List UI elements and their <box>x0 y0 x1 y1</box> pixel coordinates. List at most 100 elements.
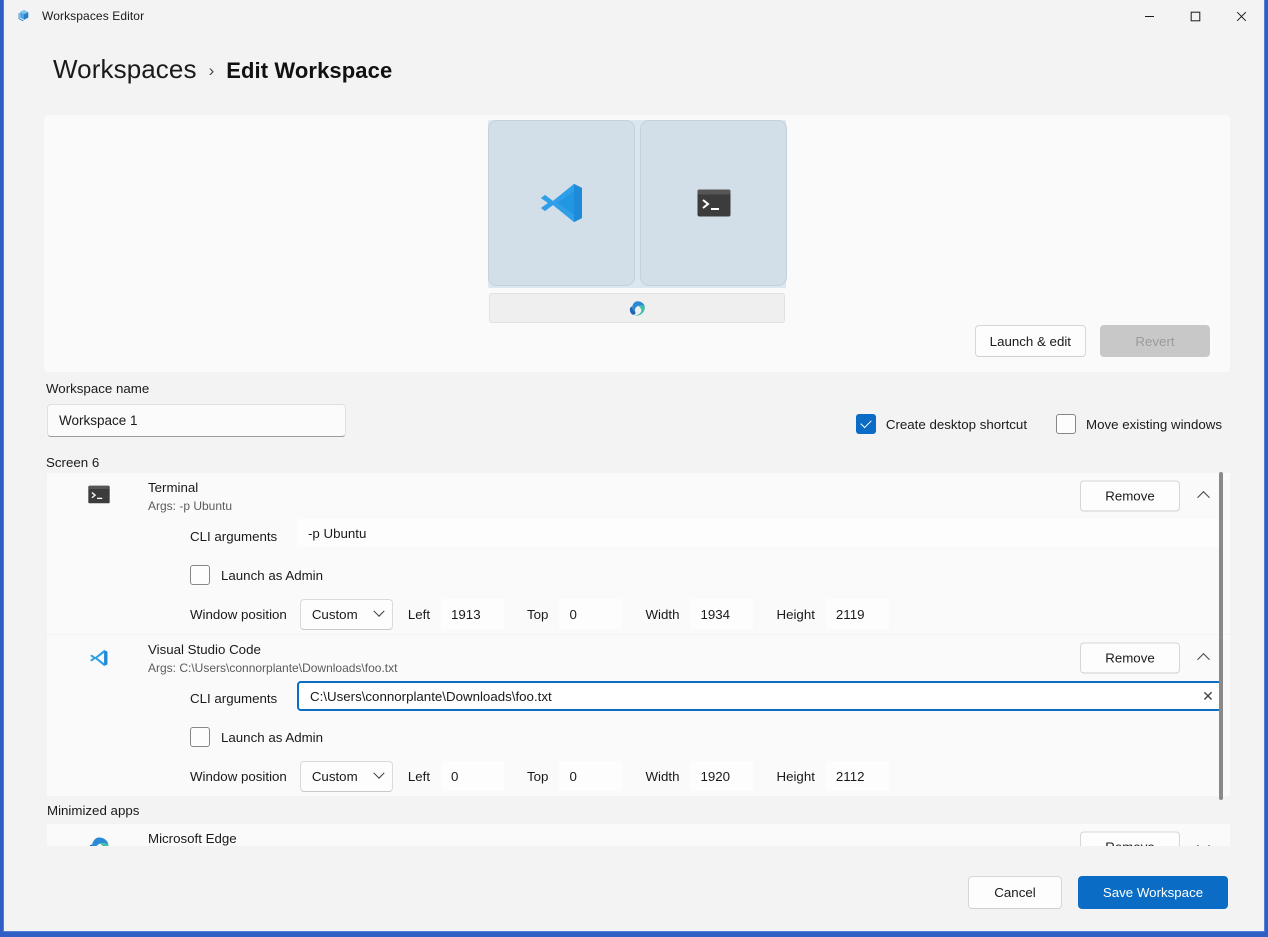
workspace-options: Create desktop shortcut Move existing wi… <box>856 414 1222 434</box>
workspaces-icon <box>16 8 33 25</box>
height-label: Height <box>776 607 814 622</box>
app-args-summary: Args: C:\Users\connorplante\Downloads\fo… <box>148 660 397 676</box>
vscode-icon <box>536 177 588 229</box>
checkbox-unchecked-icon <box>190 565 210 585</box>
workspace-name-label: Workspace name <box>46 381 149 396</box>
clear-icon[interactable]: ✕ <box>1200 689 1216 705</box>
app-list-scrollbar[interactable] <box>1219 468 1223 846</box>
app-row-actions: Remove <box>1080 832 1218 847</box>
app-row-titles: Terminal Args: -p Ubuntu <box>148 480 232 514</box>
checkbox-checked-icon <box>856 414 876 434</box>
launch-as-admin-label: Launch as Admin <box>221 730 323 745</box>
collapse-toggle-button[interactable] <box>1188 643 1218 673</box>
app-list-scroll-content: Terminal Args: -p Ubuntu Remove CLI argu… <box>47 473 1230 846</box>
width-label: Width <box>645 607 679 622</box>
page-title: Edit Workspace <box>226 58 392 84</box>
app-name: Terminal <box>148 480 232 496</box>
breadcrumb-workspaces-link[interactable]: Workspaces <box>53 54 197 85</box>
top-label: Top <box>527 607 548 622</box>
app-row-visual-studio-code[interactable]: Visual Studio Code Args: C:\Users\connor… <box>47 635 1230 681</box>
window-position-label: Window position <box>190 607 287 622</box>
remove-button[interactable]: Remove <box>1080 481 1180 512</box>
app-name: Visual Studio Code <box>148 642 397 658</box>
app-row-titles: Microsoft Edge <box>148 831 237 846</box>
terminal-icon <box>88 485 110 507</box>
cli-arguments-row: CLI arguments ✕ <box>47 681 1230 718</box>
width-input[interactable] <box>690 761 753 791</box>
position-mode-dropdown[interactable]: Custom <box>300 599 393 630</box>
width-label: Width <box>645 769 679 784</box>
workspace-preview-card: Launch & edit Revert <box>44 115 1230 372</box>
cancel-button[interactable]: Cancel <box>968 876 1062 909</box>
width-input[interactable] <box>690 599 753 629</box>
title-bar-left: Workspaces Editor <box>4 8 144 25</box>
revert-button[interactable]: Revert <box>1100 325 1210 357</box>
create-desktop-shortcut-label: Create desktop shortcut <box>886 417 1027 432</box>
edge-icon <box>88 836 110 846</box>
app-detail-terminal: CLI arguments Launch as Admin Window pos… <box>47 519 1230 634</box>
app-name: Microsoft Edge <box>148 831 237 846</box>
checkbox-unchecked-icon <box>1056 414 1076 434</box>
top-input[interactable] <box>559 761 622 791</box>
launch-as-admin-row[interactable]: Launch as Admin <box>47 718 1230 756</box>
app-row-terminal[interactable]: Terminal Args: -p Ubuntu Remove <box>47 473 1230 519</box>
scrollbar-thumb[interactable] <box>1219 472 1223 800</box>
move-existing-windows-checkbox[interactable]: Move existing windows <box>1056 414 1222 434</box>
close-button[interactable] <box>1218 0 1264 32</box>
workspaces-editor-window: Workspaces Editor Workspaces › Edit Work… <box>3 0 1265 932</box>
edge-icon <box>629 300 646 317</box>
terminal-icon <box>697 189 731 217</box>
preview-action-buttons: Launch & edit Revert <box>975 325 1210 357</box>
expand-toggle-button[interactable] <box>1188 832 1218 846</box>
top-input[interactable] <box>559 599 622 629</box>
cli-arguments-label: CLI arguments <box>190 691 277 706</box>
chevron-up-icon <box>1197 491 1210 504</box>
window-title: Workspaces Editor <box>42 9 144 23</box>
window-position-row: Window position Custom Left Top Width He… <box>47 756 1230 796</box>
window-position-label: Window position <box>190 769 287 784</box>
maximize-button[interactable] <box>1172 0 1218 32</box>
position-mode-dropdown[interactable]: Custom <box>300 761 393 792</box>
position-mode-value: Custom <box>312 769 358 784</box>
dialog-footer: Cancel Save Workspace <box>4 854 1264 931</box>
height-input[interactable] <box>826 761 889 791</box>
top-label: Top <box>527 769 548 784</box>
workspace-name-input[interactable] <box>47 404 346 437</box>
position-mode-value: Custom <box>312 607 358 622</box>
height-label: Height <box>776 769 814 784</box>
preview-tile-vscode[interactable] <box>488 120 635 286</box>
left-input[interactable] <box>441 761 504 791</box>
cli-arguments-input[interactable] <box>297 519 1222 547</box>
screen-heading: Screen 6 <box>46 455 99 470</box>
create-desktop-shortcut-checkbox[interactable]: Create desktop shortcut <box>856 414 1027 434</box>
window-position-row: Window position Custom Left Top Width He… <box>47 594 1230 634</box>
monitor-preview <box>488 120 786 288</box>
preview-tile-terminal[interactable] <box>640 120 787 286</box>
app-row-titles: Visual Studio Code Args: C:\Users\connor… <box>148 642 397 676</box>
breadcrumb-separator-icon: › <box>209 61 215 81</box>
left-input[interactable] <box>441 599 504 629</box>
vscode-icon <box>88 647 110 669</box>
breadcrumb: Workspaces › Edit Workspace <box>4 32 1264 88</box>
remove-button[interactable]: Remove <box>1080 832 1180 847</box>
save-workspace-button[interactable]: Save Workspace <box>1078 876 1228 909</box>
title-bar: Workspaces Editor <box>4 0 1264 32</box>
launch-as-admin-row[interactable]: Launch as Admin <box>47 556 1230 594</box>
launch-and-edit-button[interactable]: Launch & edit <box>975 325 1086 357</box>
app-args-summary: Args: -p Ubuntu <box>148 498 232 514</box>
minimized-apps-heading: Minimized apps <box>47 796 1230 824</box>
remove-button[interactable]: Remove <box>1080 643 1180 674</box>
app-row-actions: Remove <box>1080 481 1218 512</box>
app-row-microsoft-edge[interactable]: Microsoft Edge Remove <box>47 824 1230 846</box>
chevron-down-icon <box>1197 839 1210 846</box>
chevron-down-icon <box>373 768 384 779</box>
height-input[interactable] <box>826 599 889 629</box>
minimize-button[interactable] <box>1126 0 1172 32</box>
left-label: Left <box>408 607 430 622</box>
cli-arguments-input[interactable] <box>297 681 1222 711</box>
app-list: Terminal Args: -p Ubuntu Remove CLI argu… <box>47 473 1230 846</box>
collapse-toggle-button[interactable] <box>1188 481 1218 511</box>
app-row-actions: Remove <box>1080 643 1218 674</box>
cli-arguments-label: CLI arguments <box>190 529 277 544</box>
chevron-down-icon <box>373 606 384 617</box>
